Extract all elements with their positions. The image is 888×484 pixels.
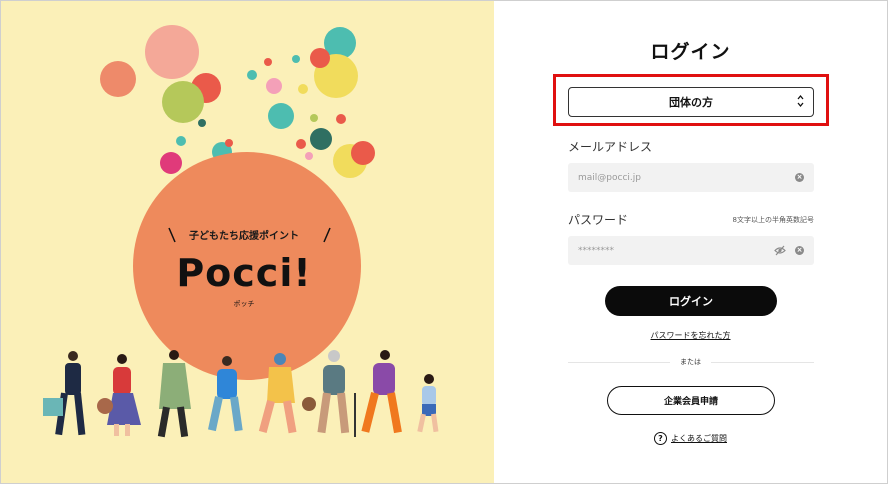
clear-email-icon[interactable]: × bbox=[795, 173, 804, 182]
email-placeholder: mail@pocci.jp bbox=[578, 172, 641, 183]
password-field[interactable]: ******** × bbox=[568, 236, 814, 265]
login-panel: ログイン 団体の方 メールアドレス mail@pocci.jp × パスワード … bbox=[494, 1, 887, 483]
login-button[interactable]: ログイン bbox=[605, 286, 777, 316]
brand-subtitle: 子どもたち応援ポイント bbox=[189, 231, 299, 242]
corporate-signup-button[interactable]: 企業会員申請 bbox=[607, 386, 775, 415]
account-type-select[interactable]: 団体の方 bbox=[568, 87, 814, 117]
illustration bbox=[43, 25, 439, 438]
password-label: パスワード bbox=[568, 213, 629, 227]
page-title: ログイン bbox=[650, 41, 731, 63]
clear-password-icon[interactable]: × bbox=[795, 246, 804, 255]
brand-kana: ポッチ bbox=[233, 300, 255, 308]
password-hint: 8文字以上の半角英数記号 bbox=[732, 216, 814, 224]
password-placeholder: ******** bbox=[578, 245, 614, 256]
faq-link[interactable]: ? よくあるご質問 bbox=[494, 432, 887, 445]
illustration-panel: 子どもたち応援ポイント Pocci! ポッチ bbox=[1, 1, 494, 483]
email-label: メールアドレス bbox=[568, 140, 653, 154]
or-separator: または bbox=[494, 357, 887, 367]
faq-link-label: よくあるご質問 bbox=[671, 434, 727, 443]
chevron-updown-icon bbox=[797, 94, 804, 108]
forgot-password-link[interactable]: パスワードを忘れた方 bbox=[494, 330, 887, 341]
email-field[interactable]: mail@pocci.jp × bbox=[568, 163, 814, 192]
page-frame: 子どもたち応援ポイント Pocci! ポッチ ログイン 団体の方 メールアドレス… bbox=[0, 0, 888, 484]
eye-off-icon[interactable] bbox=[774, 245, 786, 256]
account-type-select-value: 団体の方 bbox=[669, 96, 713, 109]
or-text: または bbox=[670, 358, 711, 366]
question-icon: ? bbox=[654, 432, 667, 445]
brand-logo: Pocci! bbox=[176, 251, 312, 295]
